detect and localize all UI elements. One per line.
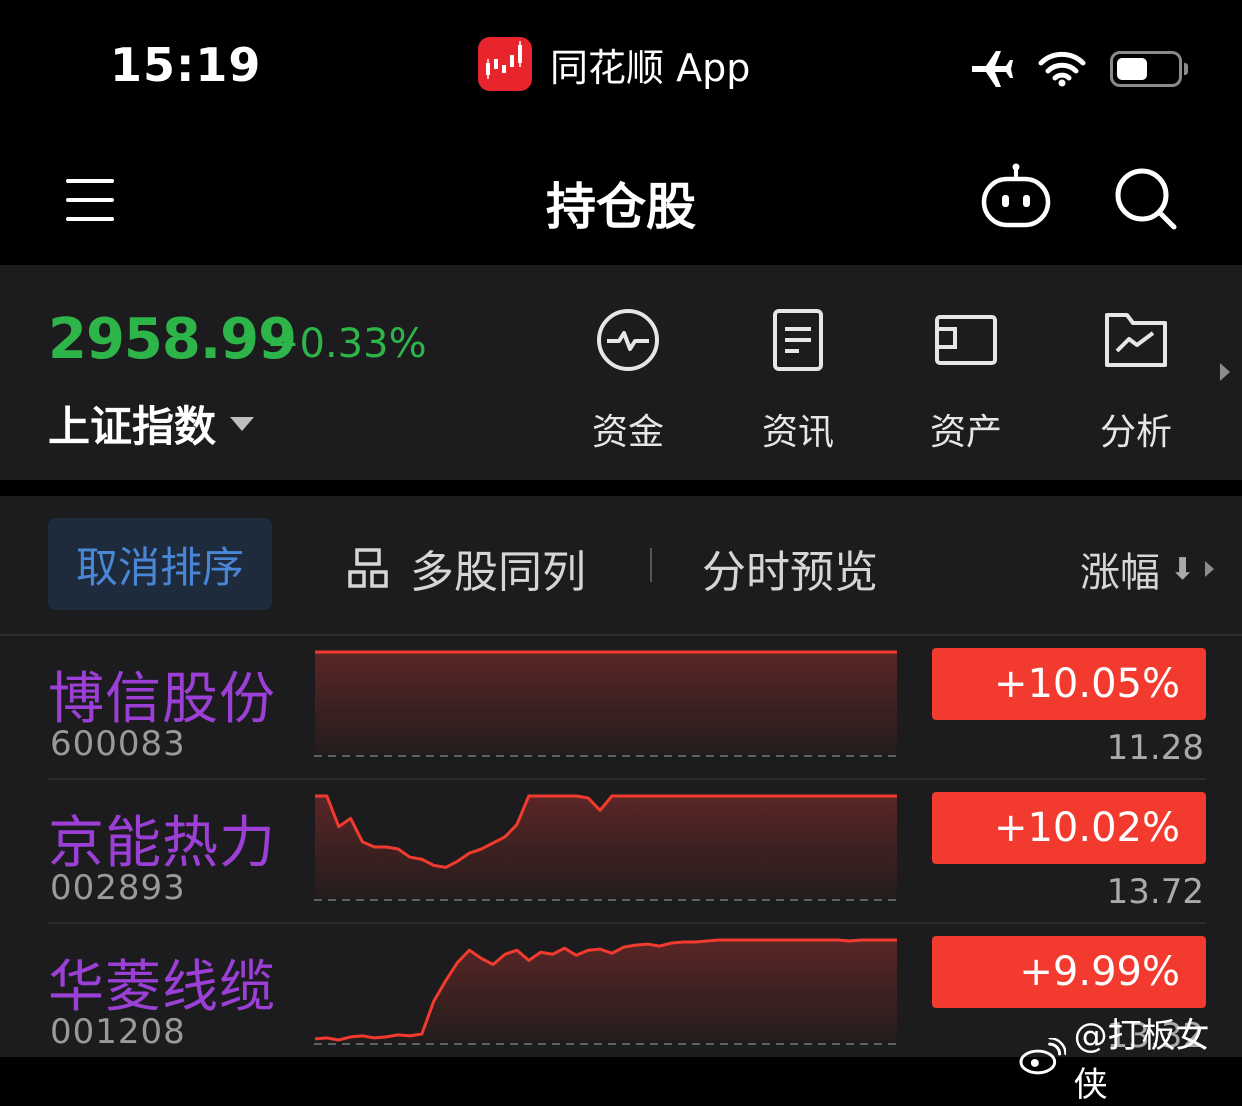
quick-action-news[interactable]: 资讯 [738, 307, 858, 455]
sort-down-icon: ⬇ [1170, 551, 1196, 587]
caret-down-icon [230, 416, 255, 431]
quick-action-label: 资产 [929, 412, 1002, 453]
robot-assistant-icon[interactable] [978, 163, 1054, 231]
watermark-text: @打板女侠 [1073, 1016, 1210, 1105]
intraday-sparkline [314, 794, 898, 901]
list-toolbar: 取消排序 多股同列 分时预览 涨幅 ⬇ [0, 496, 1242, 636]
page-title: 持仓股 [546, 178, 696, 236]
change-badge: +9.99% [932, 936, 1206, 1008]
airplane-icon [972, 51, 1013, 87]
quick-action-funds[interactable]: 资金 [568, 307, 688, 455]
sort-column-label: 涨幅 [1080, 550, 1160, 596]
stock-code: 002893 [50, 868, 186, 908]
chevron-right-icon [1205, 561, 1215, 577]
quick-action-label: 资讯 [761, 412, 834, 453]
stock-code: 001208 [50, 1012, 186, 1052]
status-bar: 15:19 同花顺 App [0, 0, 1242, 135]
search-icon[interactable] [1112, 165, 1180, 233]
quick-action-analysis[interactable]: 分析 [1076, 307, 1196, 455]
grid-icon [348, 548, 388, 588]
card-icon [935, 315, 997, 365]
stock-name: 华菱线缆 [48, 955, 276, 1020]
multi-stock-button[interactable]: 多股同列 [348, 536, 586, 600]
quick-action-label: 分析 [1099, 412, 1172, 453]
battery-icon [1110, 51, 1188, 87]
change-badge: +10.05% [932, 648, 1206, 720]
nav-bar: 持仓股 [0, 135, 1242, 265]
app-logo-icon [478, 37, 532, 91]
pulse-icon [597, 309, 659, 371]
quick-action-label: 资金 [591, 412, 664, 453]
intraday-sparkline [314, 650, 898, 757]
holdings-list: 博信股份 600083 +10.05% 11.28 京能热力 002893 +1… [0, 636, 1242, 1057]
index-value[interactable]: 2958.99 [48, 307, 297, 372]
time-preview-button[interactable]: 分时预览 [702, 536, 878, 600]
watermark: @打板女侠 [1018, 1008, 1242, 1106]
index-change: −0.33% [266, 321, 427, 367]
stock-code: 600083 [50, 724, 186, 764]
status-time: 15:19 [110, 38, 262, 92]
section-gap [0, 480, 1242, 496]
toolbar-divider [650, 548, 652, 582]
stock-price: 11.28 [1106, 728, 1204, 768]
app-name: 同花顺 App [550, 45, 751, 90]
table-row[interactable]: 京能热力 002893 +10.02% 13.72 [0, 780, 1242, 924]
weibo-icon [1019, 1038, 1066, 1075]
app-badge[interactable]: 同花顺 App [478, 36, 750, 92]
stock-name: 博信股份 [48, 667, 276, 732]
multi-stock-label: 多股同列 [410, 547, 586, 598]
index-name: 上证指数 [48, 402, 217, 451]
sparkline-area [315, 796, 897, 898]
system-icons [968, 44, 1188, 94]
stock-name: 京能热力 [48, 811, 276, 876]
sparkline-area [315, 652, 897, 754]
index-panel: 2958.99 −0.33% 上证指数 资金 资讯 资产 分析 [0, 265, 1242, 480]
table-row[interactable]: 博信股份 600083 +10.05% 11.28 [0, 636, 1242, 780]
cancel-sort-button[interactable]: 取消排序 [48, 518, 272, 610]
quick-action-assets[interactable]: 资产 [906, 307, 1026, 455]
document-icon [773, 309, 823, 371]
wifi-icon [1038, 51, 1086, 87]
sort-by-change-button[interactable]: 涨幅 ⬇ [1080, 540, 1215, 598]
chart-folder-icon [1105, 313, 1167, 367]
change-badge: +10.02% [932, 792, 1206, 864]
stock-price: 13.72 [1106, 872, 1204, 912]
sparkline-area [315, 940, 897, 1042]
intraday-sparkline [314, 938, 898, 1045]
index-selector[interactable]: 上证指数 [48, 393, 255, 454]
scroll-right-icon[interactable] [1220, 363, 1230, 381]
